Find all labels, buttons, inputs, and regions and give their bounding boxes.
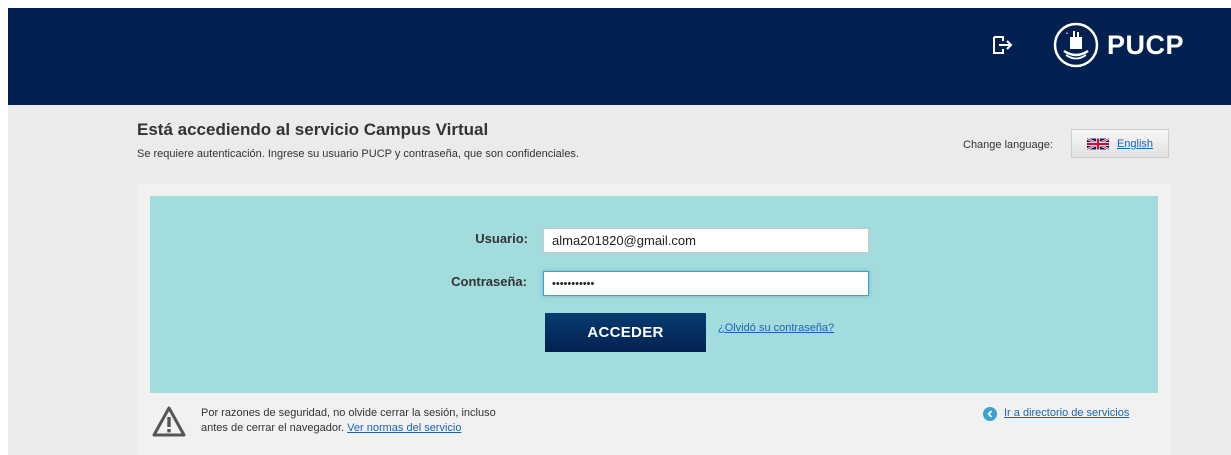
- top-header: [8, 8, 1231, 105]
- warning-line-2: antes de cerrar el navegador. Ver normas…: [201, 421, 496, 436]
- pucp-emblem-icon: [1053, 22, 1099, 68]
- username-input[interactable]: alma201820@gmail.com: [543, 228, 869, 253]
- pucp-logo[interactable]: PUCP: [1052, 21, 1184, 69]
- username-label: Usuario:: [475, 231, 528, 246]
- acceder-button[interactable]: ACCEDER: [545, 313, 706, 352]
- service-rules-link[interactable]: Ver normas del servicio: [347, 422, 461, 434]
- uk-flag-icon: [1086, 137, 1109, 150]
- chevron-left-circle-icon[interactable]: [983, 407, 997, 421]
- warning-line-2-text: antes de cerrar el navegador.: [201, 422, 345, 434]
- logout-icon[interactable]: [990, 33, 1014, 57]
- language-button[interactable]: English: [1071, 129, 1169, 158]
- password-label: Contraseña:: [451, 274, 527, 289]
- service-directory-link[interactable]: Ir a directorio de servicios: [1004, 407, 1129, 419]
- forgot-password-link[interactable]: ¿Olvidó su contraseña?: [718, 322, 834, 334]
- security-warning: Por razones de seguridad, no olvide cerr…: [201, 406, 496, 436]
- password-input[interactable]: •••••••••••: [543, 271, 869, 296]
- brand-name: PUCP: [1107, 29, 1185, 60]
- warning-line-1: Por razones de seguridad, no olvide cerr…: [201, 407, 496, 419]
- language-button-label: English: [1116, 137, 1154, 150]
- warning-icon: [152, 406, 186, 437]
- page-title: Está accediendo al servicio Campus Virtu…: [137, 120, 489, 139]
- change-language-label: Change language:: [963, 139, 1053, 151]
- page-subtitle: Se requiere autenticación. Ingrese su us…: [137, 148, 579, 160]
